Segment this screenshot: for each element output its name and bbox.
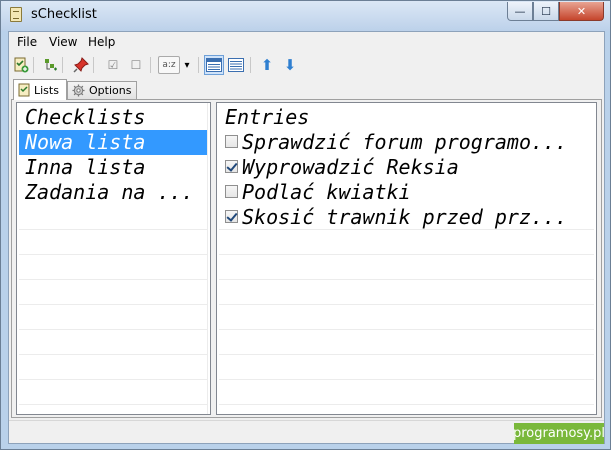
title-bar[interactable]: sChecklist — ☐ ✕ [1,1,610,31]
uncheck-all-button[interactable]: ☐ [127,56,145,74]
menu-view[interactable]: View [49,35,77,49]
row-divider [19,329,208,330]
pin-button[interactable] [72,56,90,74]
checklists-list[interactable]: Checklists Nowa lista Inna lista Zadania… [16,102,211,415]
toolbar: ☑ ☐ a:z ▾ ⬆ ⬇ [9,52,604,78]
view-list-button[interactable] [227,56,245,74]
maximize-button[interactable]: ☐ [533,2,559,21]
entry-label: Sprawdzić forum programo... [242,130,568,154]
tab-strip: Lists Options [9,79,604,100]
app-icon [10,7,22,22]
entry-checkbox[interactable] [225,160,238,173]
dropdown-arrow-icon: ▾ [184,59,190,71]
check-all-button[interactable]: ☑ [104,56,122,74]
check-all-icon: ☑ [107,58,119,72]
sort-icon: a:z [162,60,176,70]
uncheck-all-icon: ☐ [130,58,142,72]
row-divider [219,404,594,405]
list-item[interactable]: Wyprowadzić Reksia [219,155,594,180]
row-divider [219,279,594,280]
checklist-icon [18,83,30,97]
row-divider [219,254,594,255]
view-list-icon [228,58,244,72]
tab-options-label: Options [89,84,132,97]
sort-button[interactable]: a:z [158,56,180,74]
window-title: sChecklist [31,7,97,22]
view-details-icon [206,58,222,72]
row-divider [19,379,208,380]
close-icon: ✕ [576,4,587,18]
menu-help[interactable]: Help [88,35,115,49]
move-down-button[interactable]: ⬇ [281,56,299,74]
row-divider [19,254,208,255]
tab-options[interactable]: Options [67,81,137,99]
row-divider [219,229,594,230]
list-item[interactable]: Sprawdzić forum programo... [219,130,594,155]
entry-label: Skosić trawnik przed prz... [242,205,568,229]
move-up-icon: ⬆ [260,56,274,74]
app-window: sChecklist — ☐ ✕ File View Help ☑ ☐ a:z … [0,0,611,450]
list-item[interactable]: Nowa lista [19,130,208,155]
sort-dropdown-button[interactable]: ▾ [181,56,193,74]
lists-tab-panel: Checklists Nowa lista Inna lista Zadania… [11,99,602,418]
checklists-header: Checklists [25,105,146,129]
toolbar-separator [198,57,199,73]
window-controls: — ☐ ✕ [507,2,604,22]
minimize-icon: — [514,4,526,18]
status-bar: programosy.pl [9,420,605,444]
client-area: File View Help ☑ ☐ a:z ▾ ⬆ ⬇ Lists Optio… [8,31,605,444]
close-button[interactable]: ✕ [559,2,604,21]
row-divider [219,304,594,305]
toolbar-separator [250,57,251,73]
list-item[interactable]: Inna lista [19,155,208,180]
watermark-badge: programosy.pl [513,423,605,444]
column-divider [207,103,208,414]
new-list-icon [14,57,29,73]
tab-lists-label: Lists [34,83,59,97]
row-divider [219,379,594,380]
move-down-icon: ⬇ [283,56,297,74]
move-up-button[interactable]: ⬆ [258,56,276,74]
entries-header: Entries [225,105,310,129]
row-divider [219,354,594,355]
list-item[interactable]: Zadania na ... [19,180,208,205]
toolbar-separator [62,57,63,73]
menu-file[interactable]: File [17,35,37,49]
toolbar-separator [33,57,34,73]
list-item[interactable]: Podlać kwiatki [219,180,594,205]
list-item[interactable]: Skosić trawnik przed prz... [219,205,594,230]
toolbar-separator [150,57,151,73]
toolbar-separator [93,57,94,73]
row-divider [19,279,208,280]
minimize-button[interactable]: — [507,2,533,21]
view-details-button[interactable] [204,55,224,75]
entry-checkbox[interactable] [225,135,238,148]
row-divider [219,329,594,330]
menu-bar: File View Help [9,32,604,52]
add-entry-button[interactable] [41,56,59,74]
entry-label: Wyprowadzić Reksia [242,155,459,179]
add-entry-icon [45,59,57,71]
row-divider [19,354,208,355]
maximize-icon: ☐ [541,4,551,18]
tab-lists[interactable]: Lists [13,79,67,100]
pin-icon [73,57,89,73]
entries-list[interactable]: Entries Sprawdzić forum programo... Wypr… [216,102,597,415]
entry-label: Podlać kwiatki [242,180,411,204]
entry-checkbox[interactable] [225,185,238,198]
row-divider [19,304,208,305]
gear-icon [72,84,85,97]
new-list-button[interactable] [12,56,30,74]
row-divider [19,404,208,405]
entry-checkbox[interactable] [225,210,238,223]
row-divider [19,229,208,230]
